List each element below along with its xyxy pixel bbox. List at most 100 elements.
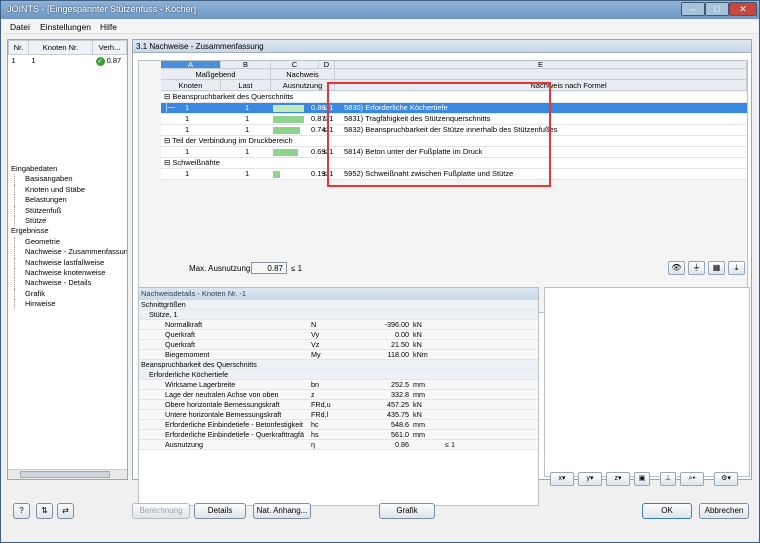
menu-bar: Datei Einstellungen Hilfe: [2, 20, 758, 34]
col-letter-a[interactable]: A: [161, 61, 221, 69]
details-row[interactable]: Erforderliche Einbindetiefe - Querkraftt…: [139, 430, 538, 440]
ratio-bar: [273, 116, 304, 123]
maximize-button[interactable]: □: [705, 2, 729, 16]
panel-title: 3.1 Nachweise - Zusammenfassung: [133, 40, 751, 53]
details-row[interactable]: Lage der neutralen Achse von oben z 332.8 m…: [139, 390, 538, 400]
eye-icon[interactable]: 👁: [668, 261, 685, 275]
tree-item[interactable]: Nachweise lastfallweise: [14, 257, 127, 268]
grafik-button[interactable]: Grafik: [379, 503, 435, 519]
menu-datei[interactable]: Datei: [10, 22, 30, 32]
tree-item[interactable]: Belastungen: [14, 195, 127, 206]
details-row[interactable]: Querkraft Vz 21.50 kN: [139, 340, 538, 350]
national-annex-button[interactable]: Nat. Anhang...: [253, 503, 311, 519]
tree-item[interactable]: Stütze: [14, 215, 127, 227]
col-letter-d[interactable]: D: [319, 61, 335, 69]
details-row[interactable]: Querkraft Vy 0.00 kN: [139, 330, 538, 340]
group-label: Stütze, 1: [149, 310, 178, 319]
param-symbol: z: [311, 390, 315, 399]
header-massgebend: Maßgebend: [161, 69, 271, 80]
export-icon[interactable]: ⤓: [728, 261, 745, 275]
param-name: Biegemoment: [165, 350, 210, 359]
view-x-icon[interactable]: x▾: [550, 472, 574, 486]
table-row[interactable]: 1 1 ✓ 0.87: [9, 55, 127, 67]
iso-view-icon[interactable]: ▣: [634, 472, 650, 486]
details-row[interactable]: Obere horizontale Bemessungskraft FRd,u 45…: [139, 400, 538, 410]
berechnung-button[interactable]: Berechnung: [132, 503, 190, 519]
col-letter-e[interactable]: E: [335, 61, 747, 69]
param-name: Untere horizontale Bemessungskraft: [165, 410, 282, 419]
scroll-thumb[interactable]: [20, 471, 110, 478]
minimize-button[interactable]: –: [681, 2, 705, 16]
filter-icon[interactable]: ⏚: [688, 261, 705, 275]
tree-item[interactable]: Basisangaben: [14, 174, 127, 185]
details-row[interactable]: Erforderliche Einbindetiefe - Betonfesti…: [139, 420, 538, 430]
tree-item[interactable]: Grafik: [14, 288, 127, 300]
row-nr: 1: [11, 56, 16, 66]
menu-einstellungen[interactable]: Einstellungen: [40, 22, 91, 32]
details-row[interactable]: Wirksame Lagerbreite bn 252.5 mm: [139, 380, 538, 390]
details-row[interactable]: Ausnutzung η 0.86 ≤ 1: [139, 440, 538, 450]
param-unit: mm: [413, 430, 425, 439]
view-z-icon[interactable]: z▾: [606, 472, 630, 486]
tree-item[interactable]: Stützenfuß: [14, 205, 127, 216]
param-value: 457.25: [387, 400, 409, 409]
dimension-icon[interactable]: ⊥: [660, 472, 676, 486]
graphic-preview[interactable]: [544, 287, 750, 477]
param-name: Wirksame Lagerbreite: [165, 380, 236, 389]
tree-item[interactable]: Nachweise knotenweise: [14, 267, 127, 279]
left-panel: Nr. Knoten Nr. Verh... 1 1 ✓ 0.87 Eingab…: [7, 39, 128, 480]
import-icon[interactable]: ⇅: [36, 503, 53, 519]
param-symbol: FRd,l: [311, 410, 329, 419]
header-last: Last: [221, 80, 271, 91]
row-verh: ✓ 0.87: [93, 55, 127, 67]
menu-hilfe[interactable]: Hilfe: [100, 22, 117, 32]
param-symbol: Vz: [311, 340, 320, 349]
horizontal-scrollbar[interactable]: [8, 469, 127, 479]
tree-item[interactable]: Hinweise: [14, 299, 127, 310]
group-label: Beanspruchbarkeit des Querschnitts: [172, 92, 294, 101]
header-ausnutzung: Ausnutzung: [271, 80, 335, 91]
view-y-icon[interactable]: y▾: [578, 472, 602, 486]
details-panel: Nachweisdetails - Knoten Nr. -1 Schnittg…: [138, 287, 539, 506]
param-le: ≤ 1: [445, 440, 455, 449]
tree-item[interactable]: Geometrie: [14, 236, 127, 248]
details-title: Nachweisdetails - Knoten Nr. -1: [139, 288, 538, 300]
details-group[interactable]: Beanspruchbarkeit des Querschnitts: [139, 360, 538, 370]
param-value: 435.75: [387, 410, 409, 419]
tree-eingabedaten[interactable]: Eingabedaten: [8, 164, 127, 174]
param-unit: mm: [413, 380, 425, 389]
title-bar: JOINTS - [Eingespannter Stützenfuss - Kö…: [1, 1, 759, 19]
tree-item[interactable]: Knoten und Stäbe: [14, 184, 127, 196]
param-name: Erforderliche Einbindetiefe - Querkraftt…: [165, 430, 305, 439]
details-row[interactable]: Biegemoment My 118.00 kNm: [139, 350, 538, 360]
close-button[interactable]: ✕: [729, 2, 757, 16]
col-nr[interactable]: Nr.: [8, 40, 29, 55]
zoom-icon[interactable]: ⌕▾: [680, 472, 704, 486]
ok-button[interactable]: OK: [642, 503, 692, 519]
max-le: ≤ 1: [291, 264, 303, 273]
col-knoten[interactable]: Knoten Nr.: [28, 40, 93, 55]
header-blank: [335, 69, 747, 80]
chart-icon[interactable]: ▦: [708, 261, 725, 275]
group-label: Beanspruchbarkeit des Querschnitts: [141, 360, 257, 369]
col-letter-b[interactable]: B: [221, 61, 271, 69]
details-row[interactable]: Untere horizontale Bemessungskraft FRd,l 4…: [139, 410, 538, 420]
details-button[interactable]: Details: [194, 503, 246, 519]
details-group[interactable]: Erforderliche Köchertiefe: [139, 370, 538, 380]
group-label: Schweißnähte: [172, 158, 220, 167]
cancel-button[interactable]: Abbrechen: [699, 503, 749, 519]
settings-icon[interactable]: ⚙▾: [714, 472, 738, 486]
help-icon[interactable]: ?: [13, 503, 30, 519]
details-group[interactable]: Schnittgrößen: [139, 300, 538, 310]
cell-last: 1: [245, 103, 250, 112]
details-group[interactable]: Stütze, 1: [139, 310, 538, 320]
col-verh[interactable]: Verh...: [92, 40, 127, 55]
tree-item[interactable]: Nachweise - Zusammenfassung: [14, 247, 127, 258]
tree-item[interactable]: Nachweise - Details: [14, 278, 127, 289]
row-verh-value: 0.87: [106, 55, 122, 65]
col-letter-c[interactable]: C: [271, 61, 319, 69]
details-row[interactable]: Normalkraft N -396.00 kN: [139, 320, 538, 330]
tree-ergebnisse[interactable]: Ergebnisse: [8, 226, 127, 236]
export-data-icon[interactable]: ⇄: [57, 503, 74, 519]
param-symbol: Vy: [311, 330, 320, 339]
